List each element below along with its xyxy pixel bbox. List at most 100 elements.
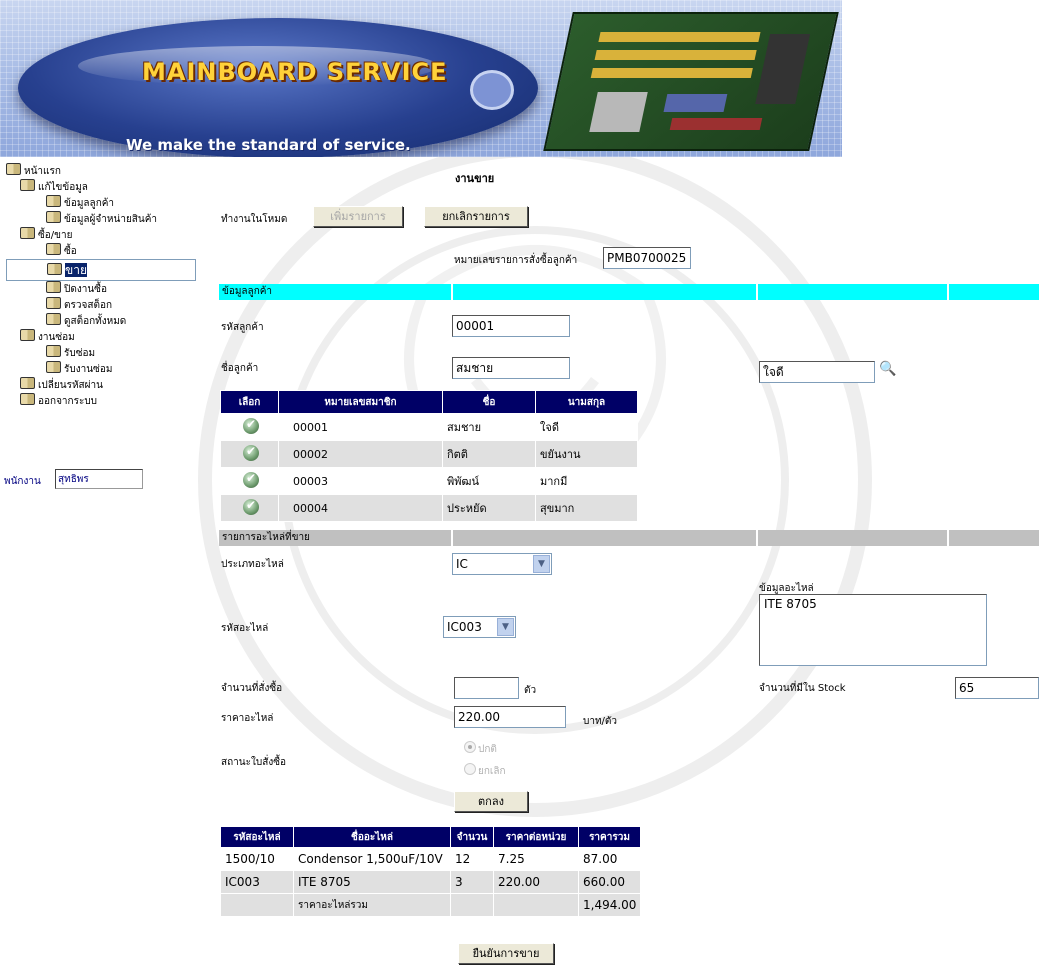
last-name-cell: ขยันงาน [535,440,638,468]
chevron-down-icon: ▼ [497,618,514,636]
sidebar-item[interactable]: ข้อมูลผู้จำหน่ายสินค้า [6,211,196,227]
select-check-icon[interactable] [243,417,259,434]
sidebar-item[interactable]: ออกจากระบบ [6,393,196,409]
bar-divider [947,284,949,300]
price-field[interactable]: 220.00 [454,706,566,728]
select-check-icon[interactable] [243,444,259,461]
col-unit-price: ราคาต่อหน่วย [493,826,579,848]
part-code-select[interactable]: IC003 ▼ [443,616,516,638]
sidebar-item-label: ข้อมูลลูกค้า [64,198,115,209]
part-name-cell: Condensor 1,500uF/10V [293,847,451,871]
last-name-cell: มากมี [535,467,638,495]
last-name-cell: ใจดี [535,413,638,441]
binoculars-search-icon[interactable]: 🔍 [879,361,896,377]
first-name-cell: พิพัฒน์ [442,467,536,495]
part-type-value: IC [456,557,468,571]
book-icon [47,263,62,275]
sidebar-item-label: ดูสต็อกทั้งหมด [64,316,127,327]
select-cell [220,467,279,495]
sidebar-item[interactable]: เปลี่ยนรหัสผ่าน [6,377,196,393]
sidebar-nav: หน้าแรกแก้ไขข้อมูลข้อมูลลูกค้าข้อมูลผู้จ… [6,163,196,409]
status-cancel-text: ยกเลิก [478,766,506,777]
sidebar-item[interactable]: ซื้อ [6,243,196,259]
unit-price-cell: 7.25 [493,847,579,871]
book-icon [20,377,35,389]
book-icon [46,361,61,373]
sum-row: ราคาอะไหล่รวม 1,494.00 [220,893,641,917]
sidebar-item-label: ออกจากระบบ [38,396,98,407]
customer-lastname-field[interactable]: ใจดี [759,361,875,383]
customer-section-title: ข้อมูลลูกค้า [222,286,273,297]
sidebar-item-label: หน้าแรก [24,166,61,177]
customer-id-field[interactable]: 00001 [452,315,570,337]
order-number-field[interactable]: PMB0700025 [603,247,691,269]
part-type-label: ประเภทอะไหล่ [221,559,284,570]
part-code-cell: IC003 [220,870,294,894]
sidebar-item[interactable]: แก้ไขข้อมูล [6,179,196,195]
member-no-cell: 00002 [278,440,443,468]
part-name-cell: ITE 8705 [293,870,451,894]
sidebar-item[interactable]: ขาย [6,259,196,281]
status-cancel-option[interactable]: ยกเลิก [464,763,506,779]
sidebar-item-label: ขาย [65,263,87,277]
price-unit: บาท/ตัว [583,716,618,727]
table-row: 00001สมชายใจดี [220,413,638,441]
sidebar-item-label: รับงานซ่อม [64,364,113,375]
select-check-icon[interactable] [243,498,259,515]
book-icon [46,313,61,325]
sidebar-item-label: งานซ่อม [38,332,75,343]
sidebar-item-label: ซื้อ/ขาย [38,230,73,241]
ok-button[interactable]: ตกลง [454,791,528,812]
bar-divider [756,530,758,546]
sidebar-item-label: ตรวจสต็อก [64,300,112,311]
status-normal-option[interactable]: ปกติ [464,741,497,757]
quantity-unit: ตัว [524,685,537,696]
sum-label: ราคาอะไหล่รวม [293,893,451,917]
book-icon [20,329,35,341]
unit-price-cell: 220.00 [493,870,579,894]
book-icon [46,297,61,309]
col-quantity: จำนวน [450,826,494,848]
sidebar-item[interactable]: ดูสต็อกทั้งหมด [6,313,196,329]
book-icon [46,281,61,293]
col-last-name: นามสกุล [535,390,638,414]
customer-table: เลือก หมายเลขสมาชิก ชื่อ นามสกุล 00001สม… [220,390,638,522]
stock-label: จำนวนที่มีใน Stock [759,683,846,694]
radio-checked-icon [464,741,476,753]
customer-section-bar: ข้อมูลลูกค้า [219,284,1039,300]
quantity-cell: 3 [450,870,494,894]
first-name-cell: ประหยัด [442,494,536,522]
sidebar-item[interactable]: รับซ่อม [6,345,196,361]
bar-divider [947,530,949,546]
first-name-cell: สมชาย [442,413,536,441]
confirm-sale-button[interactable]: ยืนยันการขาย [458,943,554,964]
mainboard-image [543,12,839,151]
sidebar-item[interactable]: งานซ่อม [6,329,196,345]
cancel-item-button[interactable]: ยกเลิกรายการ [424,206,528,227]
part-type-select[interactable]: IC ▼ [452,553,552,575]
sidebar-item[interactable]: ข้อมูลลูกค้า [6,195,196,211]
col-first-name: ชื่อ [442,390,536,414]
staff-field[interactable]: สุทธิพร [55,469,143,489]
bar-divider [451,530,453,546]
quantity-field[interactable] [454,677,519,699]
book-icon [6,163,21,175]
add-item-button[interactable]: เพิ่มรายการ [313,206,403,227]
sidebar-item[interactable]: ปิดงานซื้อ [6,281,196,297]
book-icon [20,179,35,191]
part-info-textarea[interactable]: ITE 8705 [759,594,987,666]
banner-ring [470,70,514,110]
stock-field[interactable]: 65 [955,677,1039,699]
customer-name-label: ชื่อลูกค้า [221,363,259,374]
member-no-cell: 00001 [278,413,443,441]
member-no-cell: 00003 [278,467,443,495]
customer-firstname-field[interactable]: สมชาย [452,357,570,379]
sidebar-item[interactable]: รับงานซ่อม [6,361,196,377]
sidebar-item[interactable]: ตรวจสต็อก [6,297,196,313]
site-banner: MAINBOARD SERVICE We make the standard o… [0,0,842,157]
select-check-icon[interactable] [243,471,259,488]
sidebar-item[interactable]: ซื้อ/ขาย [6,227,196,243]
part-code-value: IC003 [447,620,482,634]
table-row: 00004ประหยัดสุขมาก [220,494,638,522]
sidebar-item[interactable]: หน้าแรก [6,163,196,179]
